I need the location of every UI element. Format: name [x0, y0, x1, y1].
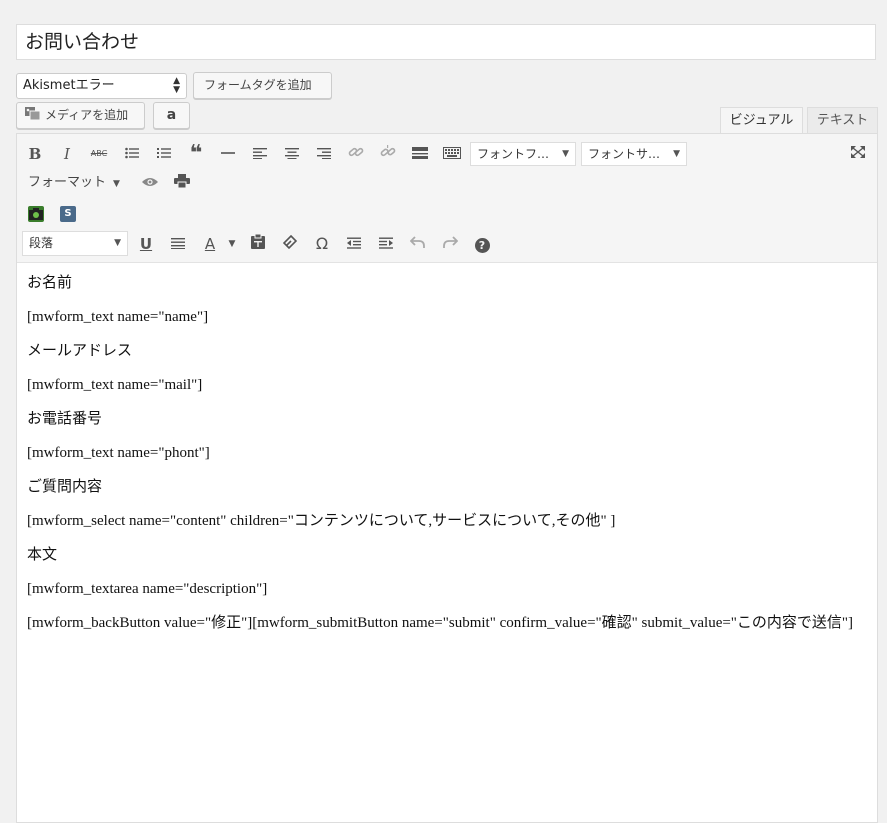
akismet-select[interactable]: Akismetエラー ▲ ▼	[16, 73, 187, 99]
content-line: [mwform_textarea name="description"]	[27, 581, 268, 597]
special-character-icon[interactable]: Ω	[311, 233, 333, 255]
media-icon	[25, 107, 41, 121]
akismet-select-value: Akismetエラー	[23, 78, 115, 93]
caret-down-icon: ▼	[562, 149, 569, 159]
add-media-button[interactable]: メディアを追加	[16, 102, 145, 129]
bold-icon[interactable]: B	[24, 143, 46, 165]
format-label: フォーマット	[28, 175, 107, 190]
editor-content[interactable]: お名前 [mwform_text name="name"] メールアドレス [m…	[27, 274, 869, 648]
blockquote-icon[interactable]: ❝	[185, 143, 207, 165]
font-size-dropdown[interactable]: フォントサ… ▼	[581, 142, 687, 166]
preview-eye-icon[interactable]	[139, 172, 161, 194]
content-line: [mwform_backButton value="修正"][mwform_su…	[27, 615, 854, 631]
justify-icon[interactable]	[167, 233, 189, 255]
undo-icon[interactable]	[407, 233, 429, 255]
text-color-caret-icon[interactable]: ▼	[221, 233, 243, 255]
strikethrough-icon[interactable]: ABC	[88, 143, 110, 165]
font-size-label: フォントサ…	[588, 147, 661, 161]
select-arrows-icon: ▲ ▼	[173, 76, 180, 95]
unlink-icon[interactable]	[377, 143, 399, 165]
add-media-label: メディアを追加	[45, 108, 129, 122]
clear-formatting-icon[interactable]	[279, 233, 301, 255]
paragraph-format-dropdown[interactable]: 段落 ▼	[22, 231, 128, 256]
outdent-icon[interactable]	[343, 233, 365, 255]
underline-icon[interactable]: U	[135, 233, 157, 255]
help-icon[interactable]: ?	[471, 233, 493, 255]
content-line: ご質問内容	[27, 479, 103, 495]
text-color-icon[interactable]: A	[199, 233, 221, 255]
align-center-icon[interactable]	[281, 143, 303, 165]
content-line: 本文	[27, 547, 58, 563]
content-line: お電話番号	[27, 411, 103, 427]
toolbar-toggle-icon[interactable]	[441, 143, 463, 165]
content-line: [mwform_select name="content" children="…	[27, 513, 616, 529]
paste-text-icon[interactable]	[247, 233, 269, 255]
editor: B I ABC ❝ フォントフ… ▼ フォントサ… ▼ フォーマット ▼ S 段…	[16, 133, 878, 823]
font-family-dropdown[interactable]: フォントフ… ▼	[470, 142, 576, 166]
tab-text[interactable]: テキスト	[807, 107, 878, 134]
italic-icon[interactable]: I	[56, 143, 78, 165]
content-line: [mwform_text name="name"]	[27, 309, 209, 325]
align-left-icon[interactable]	[249, 143, 271, 165]
caret-down-icon: ▼	[110, 179, 120, 189]
caret-down-icon: ▼	[114, 238, 121, 248]
content-line: お名前	[27, 275, 73, 291]
numbered-list-icon[interactable]	[153, 143, 175, 165]
print-icon[interactable]	[171, 172, 193, 194]
horizontal-rule-icon[interactable]	[217, 143, 239, 165]
content-line: [mwform_text name="mail"]	[27, 377, 203, 393]
paragraph-format-label: 段落	[29, 236, 54, 250]
plugin-s-icon[interactable]: S	[60, 206, 76, 222]
link-icon[interactable]	[345, 143, 367, 165]
add-form-tag-button[interactable]: フォームタグを追加	[193, 72, 332, 99]
font-family-label: フォントフ…	[477, 147, 550, 161]
help-mark: ?	[474, 238, 490, 253]
content-line: [mwform_text name="phont"]	[27, 445, 210, 461]
editor-toolbar: B I ABC ❝ フォントフ… ▼ フォントサ… ▼ フォーマット ▼ S 段…	[17, 134, 877, 263]
fullscreen-icon[interactable]	[847, 143, 869, 165]
post-title-input[interactable]: お問い合わせ	[16, 24, 876, 60]
tab-visual[interactable]: ビジュアル	[720, 107, 803, 134]
align-right-icon[interactable]	[313, 143, 335, 165]
redo-icon[interactable]	[439, 233, 461, 255]
indent-icon[interactable]	[375, 233, 397, 255]
camera-plugin-icon[interactable]	[28, 206, 44, 222]
content-line: メールアドレス	[27, 343, 133, 359]
caret-down-icon: ▼	[673, 149, 680, 159]
amazon-button[interactable]: a	[153, 102, 190, 129]
format-dropdown[interactable]: フォーマット ▼	[28, 172, 120, 195]
bullet-list-icon[interactable]	[121, 143, 143, 165]
read-more-icon[interactable]	[409, 143, 431, 165]
